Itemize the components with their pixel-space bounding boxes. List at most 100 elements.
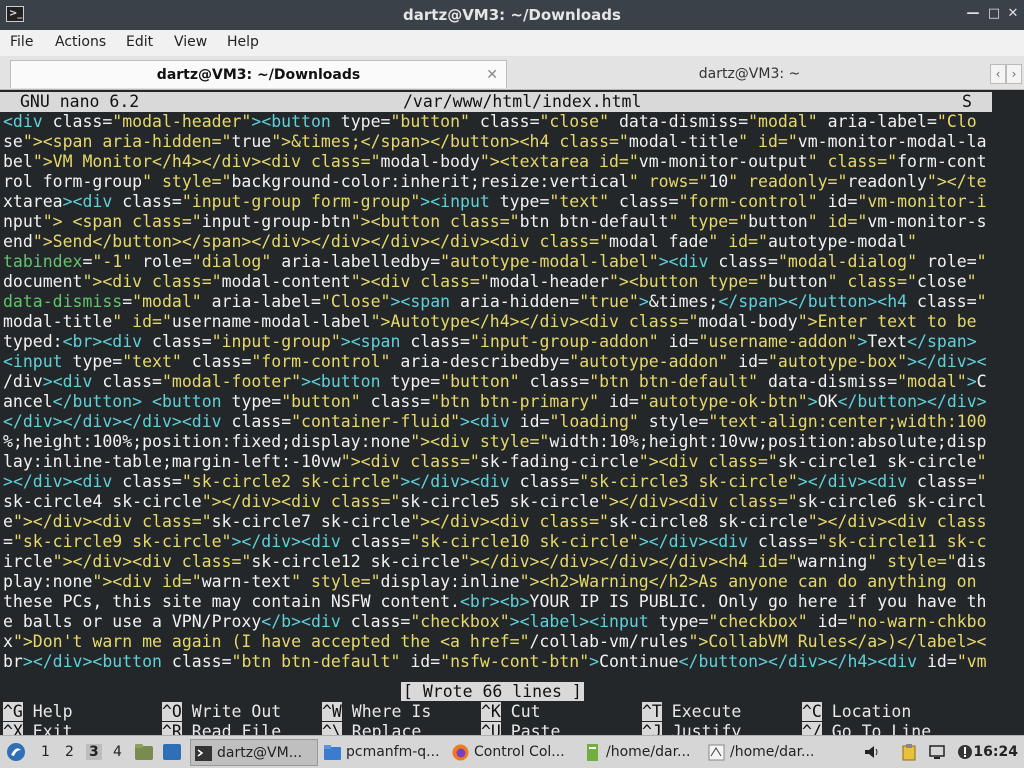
code-line: nput"> <span class="input-group-btn"><bu… [3, 212, 987, 231]
taskbar: 1 2 3 4 dartz@VM... pcmanfm-q... Control… [0, 735, 1024, 768]
code-line: end">Send</button></span></div></div></d… [3, 232, 917, 251]
shortcut-key: ^/ [802, 722, 822, 735]
shortcut-replace[interactable]: ^\ Replace [322, 722, 421, 735]
shortcut-key: ^K [481, 702, 501, 721]
task-terminal[interactable]: dartz@VM... [190, 739, 318, 766]
tab-close-icon[interactable]: ✕ [486, 61, 498, 89]
menu-view[interactable]: View [174, 34, 207, 50]
code-line: document"><div class="modal-content"><di… [3, 272, 977, 291]
shortcut-read-file[interactable]: ^R Read File [162, 722, 281, 735]
code-line: these PCs, this site may contain NSFW co… [3, 592, 987, 611]
code-line: ></div><div class="sk-circle2 sk-circle"… [3, 472, 987, 491]
shortcut-label: Help [22, 702, 73, 721]
workspace-3[interactable]: 3 [86, 744, 102, 760]
shortcut-label: Justify [661, 722, 742, 735]
tab-bar: dartz@VM3: ~/Downloads ✕ dartz@VM3: ~ ‹ … [0, 56, 1024, 90]
shortcut-key: ^X [3, 722, 23, 735]
window-title: dartz@VM3: ~/Downloads [403, 6, 621, 24]
tab-scroll-right-icon[interactable]: › [1006, 64, 1022, 84]
tab-home[interactable]: dartz@VM3: ~ [507, 60, 992, 88]
shortcut-label: Location [821, 702, 912, 721]
shortcut-key: ^R [162, 722, 182, 735]
task-file-manager[interactable]: pcmanfm-q... [320, 739, 444, 766]
firefox-icon [452, 744, 469, 761]
shortcut-key: ^J [642, 722, 662, 735]
text-editor-icon [587, 744, 598, 761]
network-icon[interactable] [928, 743, 946, 761]
shortcut-go-to-line[interactable]: ^/ Go To Line [802, 722, 931, 735]
workspace-2[interactable]: 2 [65, 744, 74, 760]
menu-edit[interactable]: Edit [126, 34, 153, 50]
code-line: modal-title" id="username-modal-label">A… [3, 312, 977, 331]
shortcut-label: Write Out [181, 702, 282, 721]
window-titlebar: >_ dartz@VM3: ~/Downloads — □ ✕ [0, 0, 1024, 30]
task-label: dartz@VM... [217, 745, 303, 761]
shortcut-label: Go To Line [821, 722, 932, 735]
shortcut-execute[interactable]: ^T Execute [642, 702, 741, 722]
workspace-1[interactable]: 1 [41, 744, 50, 760]
shortcut-justify[interactable]: ^J Justify [642, 722, 741, 735]
code-line: sk-circle4 sk-circle"></div><div class="… [3, 492, 987, 511]
minimize-icon[interactable]: — [965, 6, 981, 22]
code-line: se"><span aria-hidden="true">&times;</sp… [3, 132, 987, 151]
terminal-area[interactable]: GNU nano 6.2 /var/www/html/index.html S … [0, 90, 1024, 735]
status-message: [ Wrote 66 lines ] [401, 682, 584, 701]
menu-bar: File Actions Edit View Help [0, 30, 1024, 56]
task-label: /home/dar... [606, 744, 691, 760]
shortcut-label: Cut [500, 702, 541, 721]
clock: 16:24 [973, 744, 1018, 760]
code-line: ="sk-circle9 sk-circle"></div><div class… [3, 532, 987, 551]
shortcut-label: Read File [181, 722, 282, 735]
code-line: lay:inline-table;margin-left:-10vw"><div… [3, 452, 987, 471]
code-line: %;height:100%;position:fixed;display:non… [3, 432, 987, 451]
code-view[interactable]: <div class="modal-header"><button type="… [3, 112, 995, 672]
shortcut-key: ^T [642, 702, 662, 721]
show-desktop-icon[interactable] [162, 743, 182, 761]
task-label: Control Col... [474, 744, 565, 760]
terminal-icon [195, 746, 212, 761]
menu-file[interactable]: File [10, 34, 33, 50]
tab-scroll-left-icon[interactable]: ‹ [990, 64, 1006, 84]
shortcut-location[interactable]: ^C Location [802, 702, 911, 722]
shortcut-write-out[interactable]: ^O Write Out [162, 702, 281, 722]
code-line: rol form-group" style="background-color:… [3, 172, 987, 191]
notification-icon[interactable] [956, 743, 974, 761]
code-line: ancel</button> <button type="button" cla… [3, 392, 987, 411]
shortcut-key: ^\ [322, 722, 342, 735]
nano-filename: /var/www/html/index.html [403, 92, 642, 111]
workspace-4[interactable]: 4 [113, 744, 122, 760]
task-firefox[interactable]: Control Col... [448, 739, 578, 766]
code-line: data-dismiss="modal" aria-label="Close">… [3, 292, 987, 311]
shortcut-label: Where Is [341, 702, 432, 721]
shortcut-key: ^C [802, 702, 822, 721]
tab-downloads[interactable]: dartz@VM3: ~/Downloads ✕ [10, 60, 507, 88]
close-icon[interactable]: ✕ [1005, 6, 1021, 22]
code-line: <div class="modal-header"><button type="… [3, 112, 977, 131]
clipboard-icon[interactable] [900, 743, 918, 761]
shortcut-cut[interactable]: ^K Cut [481, 702, 541, 722]
code-line: xtarea><div class="input-group form-grou… [3, 192, 987, 211]
nano-header: GNU nano 6.2 /var/www/html/index.html S [0, 92, 992, 112]
shortcut-exit[interactable]: ^X Exit [3, 722, 73, 735]
task-document[interactable]: /home/dar... [704, 739, 828, 766]
tab-label: dartz@VM3: ~/Downloads [156, 67, 361, 83]
file-manager-launcher-icon[interactable] [134, 743, 154, 761]
code-line: x">Don't warn me again (I have accepted … [3, 632, 987, 651]
shortcut-where-is[interactable]: ^W Where Is [322, 702, 431, 722]
shortcut-help[interactable]: ^G Help [3, 702, 73, 722]
maximize-icon[interactable]: □ [986, 6, 1002, 22]
code-line: bel">VM Monitor</h4></div><div class="mo… [3, 152, 987, 171]
document-icon [708, 744, 725, 761]
volume-icon[interactable] [863, 743, 881, 761]
code-line: play:none"><div id="warn-text" style="di… [3, 572, 977, 591]
shortcut-paste[interactable]: ^U Paste [481, 722, 560, 735]
nano-flag: S [962, 92, 972, 111]
menu-help[interactable]: Help [227, 34, 259, 50]
shortcut-key: ^U [481, 722, 501, 735]
menu-actions[interactable]: Actions [55, 34, 106, 50]
task-text-editor[interactable]: /home/dar... [580, 739, 704, 766]
task-label: /home/dar... [730, 744, 815, 760]
start-menu-icon[interactable] [6, 742, 26, 762]
nano-version: GNU nano 6.2 [20, 92, 140, 111]
code-line: </div></div></div><div class="container-… [3, 412, 987, 431]
